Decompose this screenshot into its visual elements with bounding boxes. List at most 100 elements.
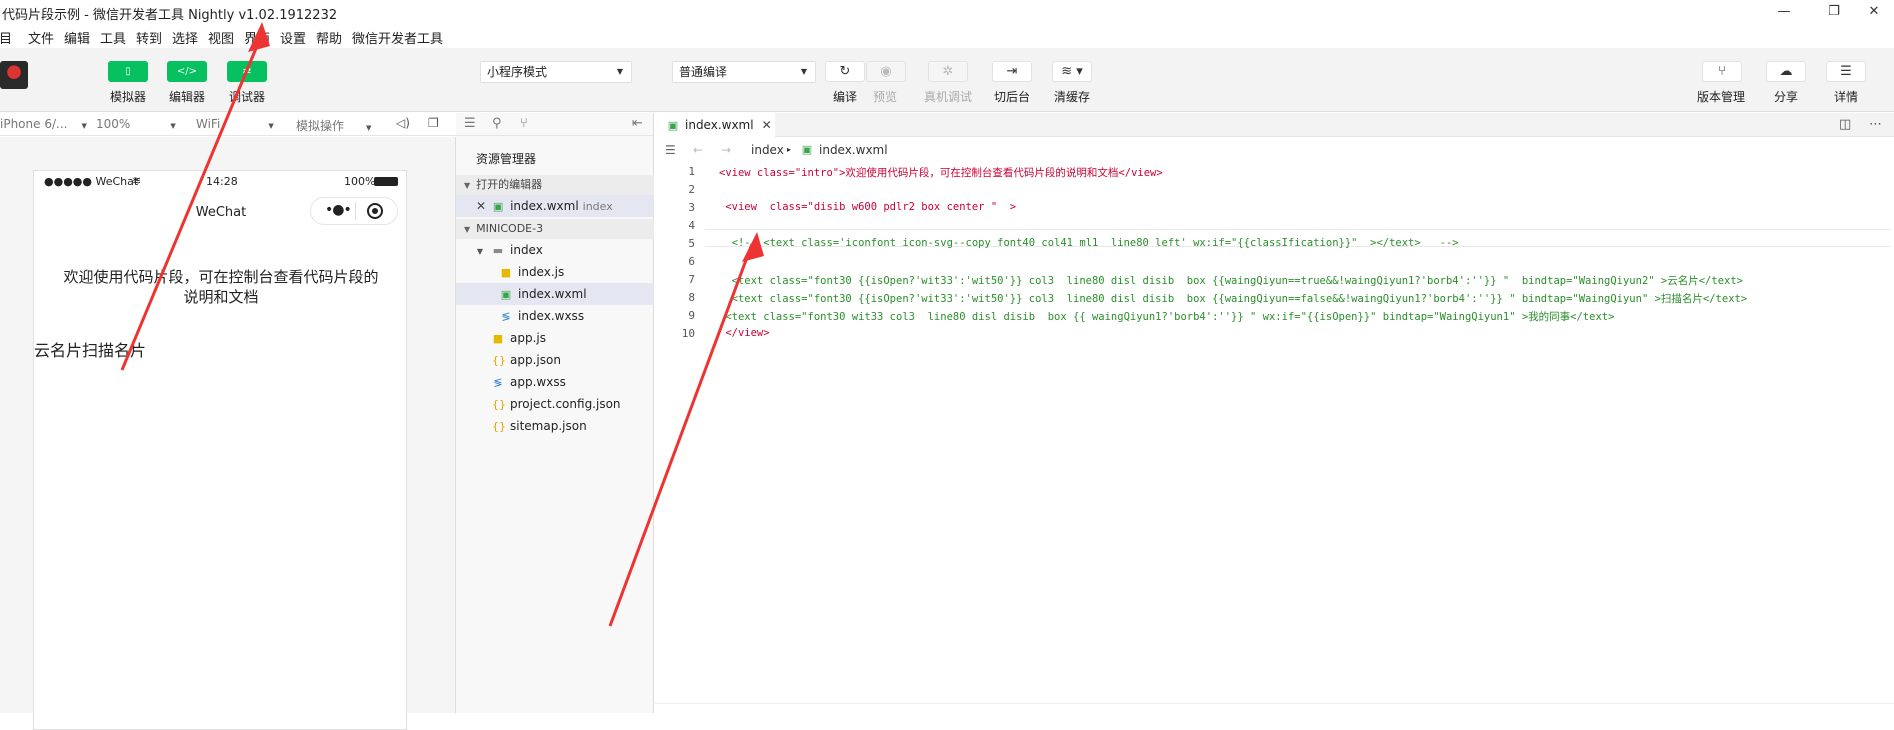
file-sitemap-json[interactable]: {} sitemap.json (456, 415, 654, 437)
share-label: 分享 (1774, 90, 1799, 104)
clear-cache-label: 清缓存 (1054, 90, 1091, 104)
detail-label: 详情 (1834, 90, 1859, 104)
collapse-panel-icon[interactable]: ⇤ (632, 116, 643, 131)
breadcrumb-file[interactable]: index.wxml (819, 139, 888, 161)
search-icon[interactable]: ⚲ (492, 116, 502, 131)
capsule-divider (355, 202, 356, 220)
horizontal-scrollbar[interactable] (655, 703, 1894, 713)
close-icon[interactable]: ✕ (476, 199, 486, 213)
share-button[interactable]: ☁ (1766, 61, 1806, 82)
battery-icon (374, 177, 398, 186)
volume-icon[interactable]: ◁) (396, 116, 410, 130)
menu-project[interactable]: 项目 (0, 28, 12, 47)
simulator-options-bar: iPhone 6/... ▼ 100% ▼ WiFi ▼ 模拟操作 ▼ ◁) ❐ (0, 113, 456, 136)
open-editors-section[interactable]: ▼ 打开的编辑器 (456, 175, 654, 195)
file-app-json[interactable]: {} app.json (456, 349, 654, 371)
open-editor-item[interactable]: ✕ ▣ index.wxml index (456, 195, 654, 217)
git-icon[interactable]: ⑂ (520, 116, 528, 131)
list-icon[interactable]: ☰ (464, 116, 476, 131)
line-number: 9 (688, 309, 695, 322)
file-index-js[interactable]: ■ index.js (456, 261, 654, 283)
menu-settings[interactable]: 设置 (280, 28, 306, 47)
line-number: 7 (688, 273, 695, 286)
back-arrow-icon[interactable]: ← (693, 139, 703, 161)
simulator-area: ●●●●● WeChat ≋ 14:28 100% WeChat •●• 欢迎使… (0, 137, 456, 730)
remote-debug-button[interactable]: ✲ (928, 61, 968, 82)
chevron-down-icon: ▼ (800, 67, 807, 76)
file-index-wxss[interactable]: ≶ index.wxss (456, 305, 654, 327)
file-index-wxml[interactable]: ▣ index.wxml (456, 283, 654, 305)
cloud-upload-icon: ☁ (1779, 64, 1793, 79)
device-select-value: iPhone 6/... (0, 117, 68, 131)
file-project-config[interactable]: {} project.config.json (456, 393, 654, 415)
code-line: <text class="font30 {{isOpen?'wit33':'wi… (719, 275, 1743, 287)
close-icon[interactable]: ✕ (762, 118, 772, 132)
list-icon[interactable]: ☰ (665, 139, 676, 161)
detail-button[interactable]: ☰ (1826, 61, 1866, 82)
background-button[interactable]: ⇥ (992, 61, 1032, 82)
menu-interface[interactable]: 界面 (244, 28, 270, 47)
signal-text: ●●●●● WeChat (44, 175, 139, 188)
debug-icon: ⇄ (242, 66, 252, 77)
menu-goto[interactable]: 转到 (136, 28, 162, 47)
line-number: 5 (688, 237, 695, 250)
menu-bar: 项目 文件 编辑 工具 转到 选择 视图 界面 设置 帮助 微信开发者工具 (0, 24, 1894, 48)
split-editor-icon[interactable]: ◫ (1839, 117, 1851, 132)
simulator-button[interactable]: ▯ (108, 61, 148, 82)
close-app-icon[interactable] (367, 203, 383, 219)
more-icon[interactable]: •●• (325, 202, 352, 218)
more-actions-icon[interactable]: ⋯ (1869, 117, 1882, 132)
device-select[interactable]: iPhone 6/... ▼ (0, 117, 87, 131)
file-app-wxss[interactable]: ≶ app.wxss (456, 371, 654, 393)
chevron-down-icon: ▼ (170, 122, 176, 130)
capsule-menu[interactable]: •●• (310, 197, 398, 225)
project-section[interactable]: ▼ MINICODE-3 (456, 219, 654, 239)
clear-cache-button[interactable]: ≋ ▾ (1052, 61, 1092, 82)
eye-icon: ◉ (880, 64, 892, 79)
breadcrumb-folder[interactable]: index (751, 139, 784, 161)
file-app-js[interactable]: ■ app.js (456, 327, 654, 349)
editor-button[interactable]: </> (167, 61, 207, 82)
menu-tools[interactable]: 工具 (100, 28, 126, 47)
mode-select[interactable]: 小程序模式 ▼ (480, 61, 632, 83)
folder-index[interactable]: ▼ ▬ index (456, 239, 654, 261)
editor-tab-bar: ▣ index.wxml ✕ ◫ ⋯ (655, 113, 1894, 137)
menu-select[interactable]: 选择 (172, 28, 198, 47)
popout-icon[interactable]: ❐ (428, 116, 439, 130)
refresh-icon: ↻ (839, 64, 851, 79)
version-button[interactable]: ⑂ (1702, 61, 1742, 82)
wxml-file-icon: ▣ (667, 119, 679, 132)
time-text: 14:28 (206, 175, 238, 188)
chevron-down-icon: ▼ (464, 181, 471, 190)
tab-label: index.wxml (685, 118, 754, 132)
menu-edit[interactable]: 编辑 (64, 28, 90, 47)
chevron-right-icon: ▸ (787, 145, 792, 154)
file-name: app.wxss (510, 375, 566, 389)
wxml-file-icon: ▣ (492, 200, 504, 213)
code-area[interactable]: 1 2 3 4 5 6 7 8 9 10 <view class="intro"… (655, 161, 1894, 713)
menu-file[interactable]: 文件 (28, 28, 54, 47)
folder-open-icon: ▬ (492, 244, 504, 257)
compile-select[interactable]: 普通编译 ▼ (672, 61, 816, 83)
operation-select-value: 模拟操作 (296, 119, 345, 133)
restore-button[interactable]: ❐ (1814, 2, 1854, 22)
close-button[interactable]: ✕ (1854, 2, 1894, 22)
menu-wechat-devtools[interactable]: 微信开发者工具 (352, 28, 443, 47)
minimize-button[interactable]: — (1764, 2, 1804, 22)
wxss-file-icon: ≶ (493, 376, 503, 389)
avatar[interactable] (0, 61, 28, 89)
tab-index-wxml[interactable]: ▣ index.wxml ✕ (655, 113, 775, 137)
compile-button[interactable]: ↻ (825, 61, 865, 82)
card-scan-text[interactable]: 云名片扫描名片 (34, 337, 146, 361)
menu-view[interactable]: 视图 (208, 28, 234, 47)
menu-help[interactable]: 帮助 (316, 28, 342, 47)
forward-arrow-icon[interactable]: → (721, 139, 731, 161)
operation-select[interactable]: 模拟操作 ▼ (296, 117, 371, 134)
debugger-button[interactable]: ⇄ (227, 61, 267, 82)
zoom-select[interactable]: 100% ▼ (96, 117, 176, 131)
chevron-down-icon: ▼ (366, 124, 372, 132)
chevron-down-icon: ▼ (616, 67, 623, 76)
explorer-icon-bar: ☰ ⚲ ⑂ ⇤ (456, 113, 654, 136)
preview-button[interactable]: ◉ (866, 61, 906, 82)
network-select[interactable]: WiFi ▼ (196, 117, 274, 131)
